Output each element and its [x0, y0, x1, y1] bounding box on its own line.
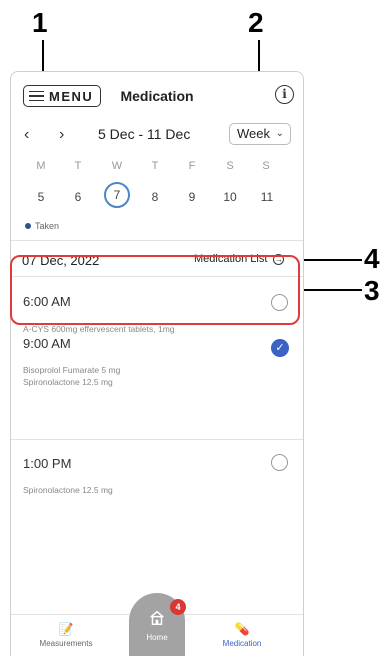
highlight-box — [10, 255, 300, 325]
day-cell[interactable]: 11 — [255, 190, 279, 204]
dose-time: 1:00 PM — [23, 456, 72, 471]
top-bar: MENU Medication i — [11, 72, 303, 120]
dose-medication: Spironolactone 12.5 mg — [23, 377, 113, 387]
week-range: 5 Dec - 11 Dec — [98, 126, 191, 142]
page-title: Medication — [120, 88, 194, 104]
dose-checkbox-checked[interactable]: ✓ — [271, 339, 289, 357]
dow-label: W — [111, 160, 123, 172]
taken-legend: Taken — [25, 221, 59, 231]
tab-medication[interactable]: 💊 Medication — [207, 622, 277, 648]
tab-label: Medication — [222, 639, 262, 648]
home-icon — [150, 610, 164, 626]
dow-label: T — [151, 160, 159, 172]
day-cell[interactable]: 5 — [29, 190, 53, 204]
prev-week-icon[interactable]: ‹ — [24, 126, 29, 144]
legend-label: Taken — [35, 221, 60, 231]
dose-medication: Spironolactone 12.5 mg — [23, 485, 113, 495]
view-select[interactable]: Week ⌄ — [229, 123, 291, 145]
day-cell[interactable]: 8 — [143, 190, 167, 204]
tab-measurements[interactable]: 📝 Measurements — [31, 622, 101, 648]
callout-3: 3 — [364, 275, 380, 306]
day-cell[interactable]: 6 — [66, 190, 90, 204]
home-label: Home — [146, 633, 168, 642]
callout-4: 4 — [364, 243, 380, 274]
dose-time: 9:00 AM — [23, 336, 71, 351]
day-cell[interactable]: 9 — [180, 190, 204, 204]
callout-4-line — [300, 259, 362, 261]
taken-dot-icon — [25, 223, 31, 229]
day-cell[interactable]: 10 — [218, 190, 242, 204]
callout-3-line — [299, 289, 362, 291]
dow-label: S — [262, 160, 270, 172]
dow-label: F — [188, 160, 196, 172]
divider — [11, 240, 303, 241]
chevron-down-icon: ⌄ — [275, 128, 284, 139]
callout-2: 2 — [248, 7, 264, 38]
tab-label: Measurements — [39, 639, 93, 648]
day-cell-selected[interactable]: 7 — [104, 182, 130, 208]
pill-icon: 💊 — [234, 622, 250, 636]
info-icon[interactable]: i — [275, 85, 294, 104]
next-week-icon[interactable]: › — [59, 126, 64, 144]
dow-label: T — [74, 160, 82, 172]
dose-medication: Bisoprolol Fumarate 5 mg — [23, 365, 121, 375]
dow-label: M — [36, 160, 46, 172]
view-select-value: Week — [237, 126, 270, 141]
callout-1: 1 — [32, 7, 48, 38]
phone-screen: MENU Medication i ‹ › 5 Dec - 11 Dec Wee… — [10, 71, 304, 656]
dose-checkbox[interactable] — [271, 454, 288, 471]
dow-label: S — [226, 160, 234, 172]
divider — [11, 439, 303, 440]
notification-badge: 4 — [170, 599, 186, 615]
notepad-icon: 📝 — [58, 622, 74, 636]
